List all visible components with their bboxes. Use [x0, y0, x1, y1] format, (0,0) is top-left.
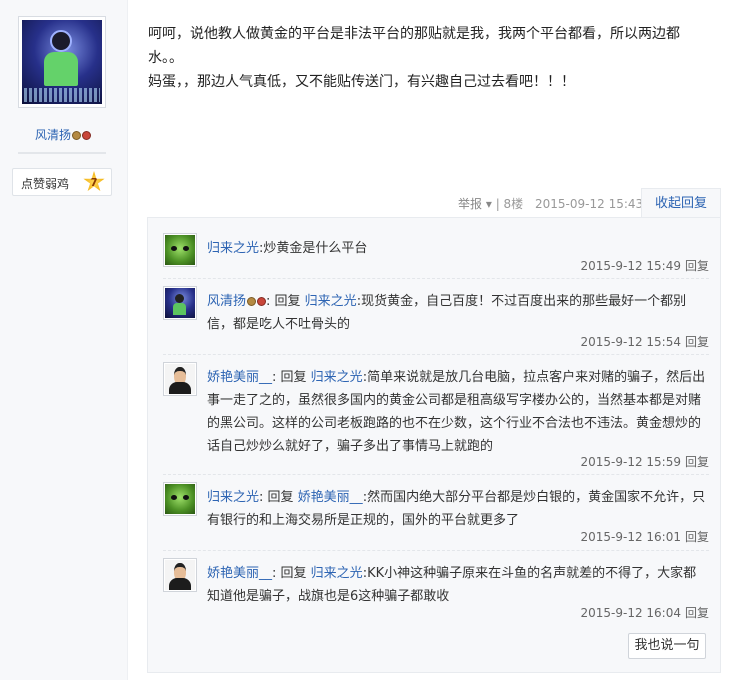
add-comment-button[interactable]: 我也说一句 — [628, 633, 706, 659]
divider — [163, 354, 709, 355]
reply-prefix: 回复 — [280, 370, 311, 385]
reply-avatar[interactable] — [163, 362, 197, 396]
reply-body: 风清扬: 回复 归来之光:现货黄金，自己百度！不过百度出来的那些最好一个都别信，… — [207, 290, 707, 336]
man-avatar — [165, 364, 195, 394]
divider — [163, 550, 709, 551]
reply-avatar[interactable] — [163, 233, 197, 267]
colon: : — [272, 566, 281, 581]
reply-link[interactable]: 回复 — [685, 530, 709, 544]
man-avatar — [165, 560, 195, 590]
reply-meta: 2015-9-12 15:54 回复 — [580, 333, 709, 350]
divider — [163, 474, 709, 475]
author-name-label[interactable]: 风清扬 — [35, 128, 71, 142]
reply-body: 娇艳美丽__: 回复 归来之光:KK小神这种骗子原来在斗鱼的名声就差的不得了，大… — [207, 562, 707, 608]
post-meta: 举报 ▾ | 8楼 2015-09-12 15:43 — [458, 195, 643, 212]
meta-separator: | — [495, 197, 504, 211]
report-link[interactable]: 举报 ▾ — [458, 197, 492, 211]
reply-link[interactable]: 回复 — [685, 335, 709, 349]
reply-time: 2015-9-12 16:01 — [580, 530, 681, 544]
reply-meta: 2015-9-12 16:01 回复 — [580, 528, 709, 545]
reply-target-user[interactable]: 归来之光 — [311, 370, 363, 385]
like-label: 点赞弱鸡 — [21, 177, 70, 191]
reply-target-user[interactable]: 归来之光 — [311, 566, 363, 581]
author-panel: 风清扬 点赞弱鸡 7 — [0, 0, 128, 680]
post-line: 妈蛋，，那边人气真低，又不能贴传送门，有兴趣自己过去看吧！！！ — [148, 74, 575, 90]
reply-avatar[interactable] — [163, 482, 197, 516]
reply-body: 归来之光: 回复 娇艳美丽__:然而国内绝大部分平台都是炒白银的，黄金国家不允许… — [207, 486, 707, 532]
like-button[interactable]: 点赞弱鸡 7 — [12, 168, 112, 196]
reply-link[interactable]: 回复 — [685, 455, 709, 469]
reply-text: 炒黄金是什么平台 — [263, 241, 368, 256]
medal-icon — [257, 297, 267, 306]
reply-username[interactable]: 娇艳美丽__ — [207, 566, 272, 581]
post-time: 2015-09-12 15:43 — [535, 197, 644, 211]
reply-username[interactable]: 归来之光 — [207, 241, 259, 256]
reply-time: 2015-9-12 15:54 — [580, 335, 681, 349]
post-content: 呵呵，说他教人做黄金的平台是非法平台的那贴就是我，我两个平台都看，所以两边都 水… — [148, 22, 708, 94]
reply-prefix: 回复 — [267, 490, 298, 505]
author-avatar[interactable] — [18, 16, 106, 108]
colon: : — [272, 370, 281, 385]
reply-time: 2015-9-12 15:49 — [580, 259, 681, 273]
floor-number: 8楼 — [503, 197, 524, 211]
reply-meta: 2015-9-12 15:49 回复 — [580, 257, 709, 274]
collapse-replies-tab[interactable]: 收起回复 — [641, 188, 721, 218]
alien-avatar — [165, 235, 195, 265]
medal-icon — [82, 131, 91, 140]
reply-time: 2015-9-12 16:04 — [580, 606, 681, 620]
post-line: 呵呵，说他教人做黄金的平台是非法平台的那贴就是我，我两个平台都看，所以两边都 — [148, 26, 680, 42]
reply-username[interactable]: 归来之光 — [207, 490, 259, 505]
reply-avatar[interactable] — [163, 558, 197, 592]
colon: : — [266, 294, 275, 309]
reply-prefix: 回复 — [274, 294, 305, 309]
reply-meta: 2015-9-12 15:59 回复 — [580, 453, 709, 470]
avatar-image — [22, 20, 102, 104]
like-count-star-icon: 7 — [83, 171, 105, 192]
post-line: 水。。 — [148, 50, 183, 66]
divider — [18, 152, 106, 154]
reply-username[interactable]: 娇艳美丽__ — [207, 370, 272, 385]
reply-link[interactable]: 回复 — [685, 606, 709, 620]
reply-body: 娇艳美丽__: 回复 归来之光:简单来说就是放几台电脑，拉点客户来对赌的骗子，然… — [207, 366, 707, 458]
author-name[interactable]: 风清扬 — [0, 126, 126, 143]
alien-avatar — [165, 484, 195, 514]
reply-meta: 2015-9-12 16:04 回复 — [580, 604, 709, 621]
reply-time: 2015-9-12 15:59 — [580, 455, 681, 469]
medal-icon — [247, 297, 257, 306]
reply-target-user[interactable]: 归来之光 — [305, 294, 357, 309]
reply-target-user[interactable]: 娇艳美丽__ — [298, 490, 363, 505]
colon: : — [259, 490, 268, 505]
reply-username[interactable]: 风清扬 — [207, 294, 246, 309]
medal-icon — [72, 131, 81, 140]
divider — [163, 278, 709, 279]
reply-prefix: 回复 — [280, 566, 311, 581]
reply-avatar[interactable] — [163, 286, 197, 320]
reply-link[interactable]: 回复 — [685, 259, 709, 273]
blue-avatar — [165, 288, 195, 318]
